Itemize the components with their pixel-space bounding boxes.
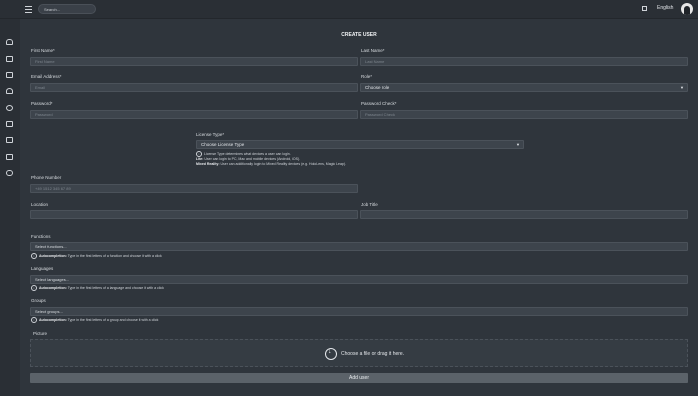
license-type-select[interactable]: Choose License Type ▼ [196, 140, 524, 149]
database-icon[interactable] [6, 170, 13, 176]
avatar[interactable] [681, 3, 693, 15]
license-hint: i License Type determines what devices a … [196, 151, 346, 167]
location-label: Location [31, 202, 49, 207]
upload-icon [325, 348, 337, 360]
functions-hint-text: Type in the first letters of a function … [67, 253, 162, 258]
license-hint-main: License Type determines what devices a u… [204, 151, 291, 156]
job-title-label: Job Title [361, 202, 378, 207]
functions-label: Functions [31, 234, 51, 239]
info-icon: i [31, 317, 37, 323]
phone-label: Phone Number [31, 175, 62, 180]
languages-input[interactable]: Select languages... [30, 275, 688, 284]
email-label: Email Address* [31, 74, 62, 79]
role-select[interactable]: Choose role ▼ [360, 83, 688, 92]
devices-icon[interactable] [6, 154, 13, 160]
sidebar [0, 19, 20, 396]
license-mr-label: Mixed Reality: [196, 162, 220, 166]
create-user-form: CREATE USER First Name* First Name Last … [20, 19, 698, 396]
groups-label: Groups [31, 298, 46, 303]
last-name-label: Last Name* [361, 48, 385, 53]
password-field[interactable]: Password [30, 110, 358, 119]
picture-dropzone[interactable]: Choose a file or drag it here. [30, 339, 688, 367]
license-type-label: License Type* [196, 132, 225, 137]
license-lite-text: User can login to PC, Mac and mobile dev… [204, 157, 301, 161]
caret-down-icon: ▼ [680, 85, 684, 90]
picture-label: Picture [33, 331, 48, 336]
password-check-field[interactable]: Password Check [360, 110, 688, 119]
functions-hint-label: Autocompletion: [39, 253, 67, 258]
user-icon[interactable] [6, 88, 13, 94]
info-icon: i [31, 285, 37, 291]
cloud-icon[interactable] [6, 39, 13, 45]
license-mr-text: User can additionally login to Mixed Rea… [220, 162, 347, 166]
languages-hint-text: Type in the first letters of a language … [67, 285, 164, 290]
role-select-value: Choose role [365, 85, 390, 90]
languages-hint: i Autocompletion: Type in the first lette… [31, 285, 164, 291]
add-user-button[interactable]: Add user [30, 373, 688, 383]
file-icon[interactable] [6, 137, 13, 143]
groups-input[interactable]: Select groups... [30, 307, 688, 316]
top-bar: Search... English [0, 0, 698, 19]
first-name-label: First Name* [31, 48, 55, 53]
email-field[interactable]: Email [30, 83, 358, 92]
layers-icon[interactable] [6, 56, 13, 62]
license-type-value: Choose License Type [201, 142, 245, 147]
languages-hint-label: Autocompletion: [39, 285, 67, 290]
role-label: Role* [361, 74, 373, 79]
search-input[interactable]: Search... [38, 4, 96, 14]
groups-hint-text: Type in the first letters of a group and… [67, 317, 159, 322]
phone-field[interactable]: +49 1512 345 67 89 [30, 184, 358, 193]
dropzone-text: Choose a file or drag it here. [341, 351, 405, 357]
location-field[interactable] [30, 210, 358, 219]
languages-label: Languages [31, 266, 54, 271]
functions-hint: i Autocompletion: Type in the first lette… [31, 253, 162, 259]
language-selector[interactable]: English [657, 5, 673, 11]
password-label: Password* [31, 101, 53, 106]
first-name-field[interactable]: First Name [30, 57, 358, 66]
groups-hint: i Autocompletion: Type in the first lette… [31, 317, 158, 323]
functions-input[interactable]: Select functions... [30, 242, 688, 251]
caret-down-icon: ▼ [516, 142, 520, 147]
fullscreen-icon[interactable] [642, 6, 647, 11]
copy-icon[interactable] [6, 72, 13, 78]
info-icon: i [31, 253, 37, 259]
menu-icon[interactable] [25, 6, 32, 13]
eye-icon[interactable] [6, 105, 13, 111]
page-title: CREATE USER [341, 32, 377, 38]
groups-hint-label: Autocompletion: [39, 317, 67, 322]
password-check-label: Password Check* [361, 101, 397, 106]
last-name-field[interactable]: Last Name [360, 57, 688, 66]
job-title-field[interactable] [360, 210, 688, 219]
clipboard-icon[interactable] [6, 121, 13, 127]
license-lite-label: Lite: [196, 157, 204, 161]
